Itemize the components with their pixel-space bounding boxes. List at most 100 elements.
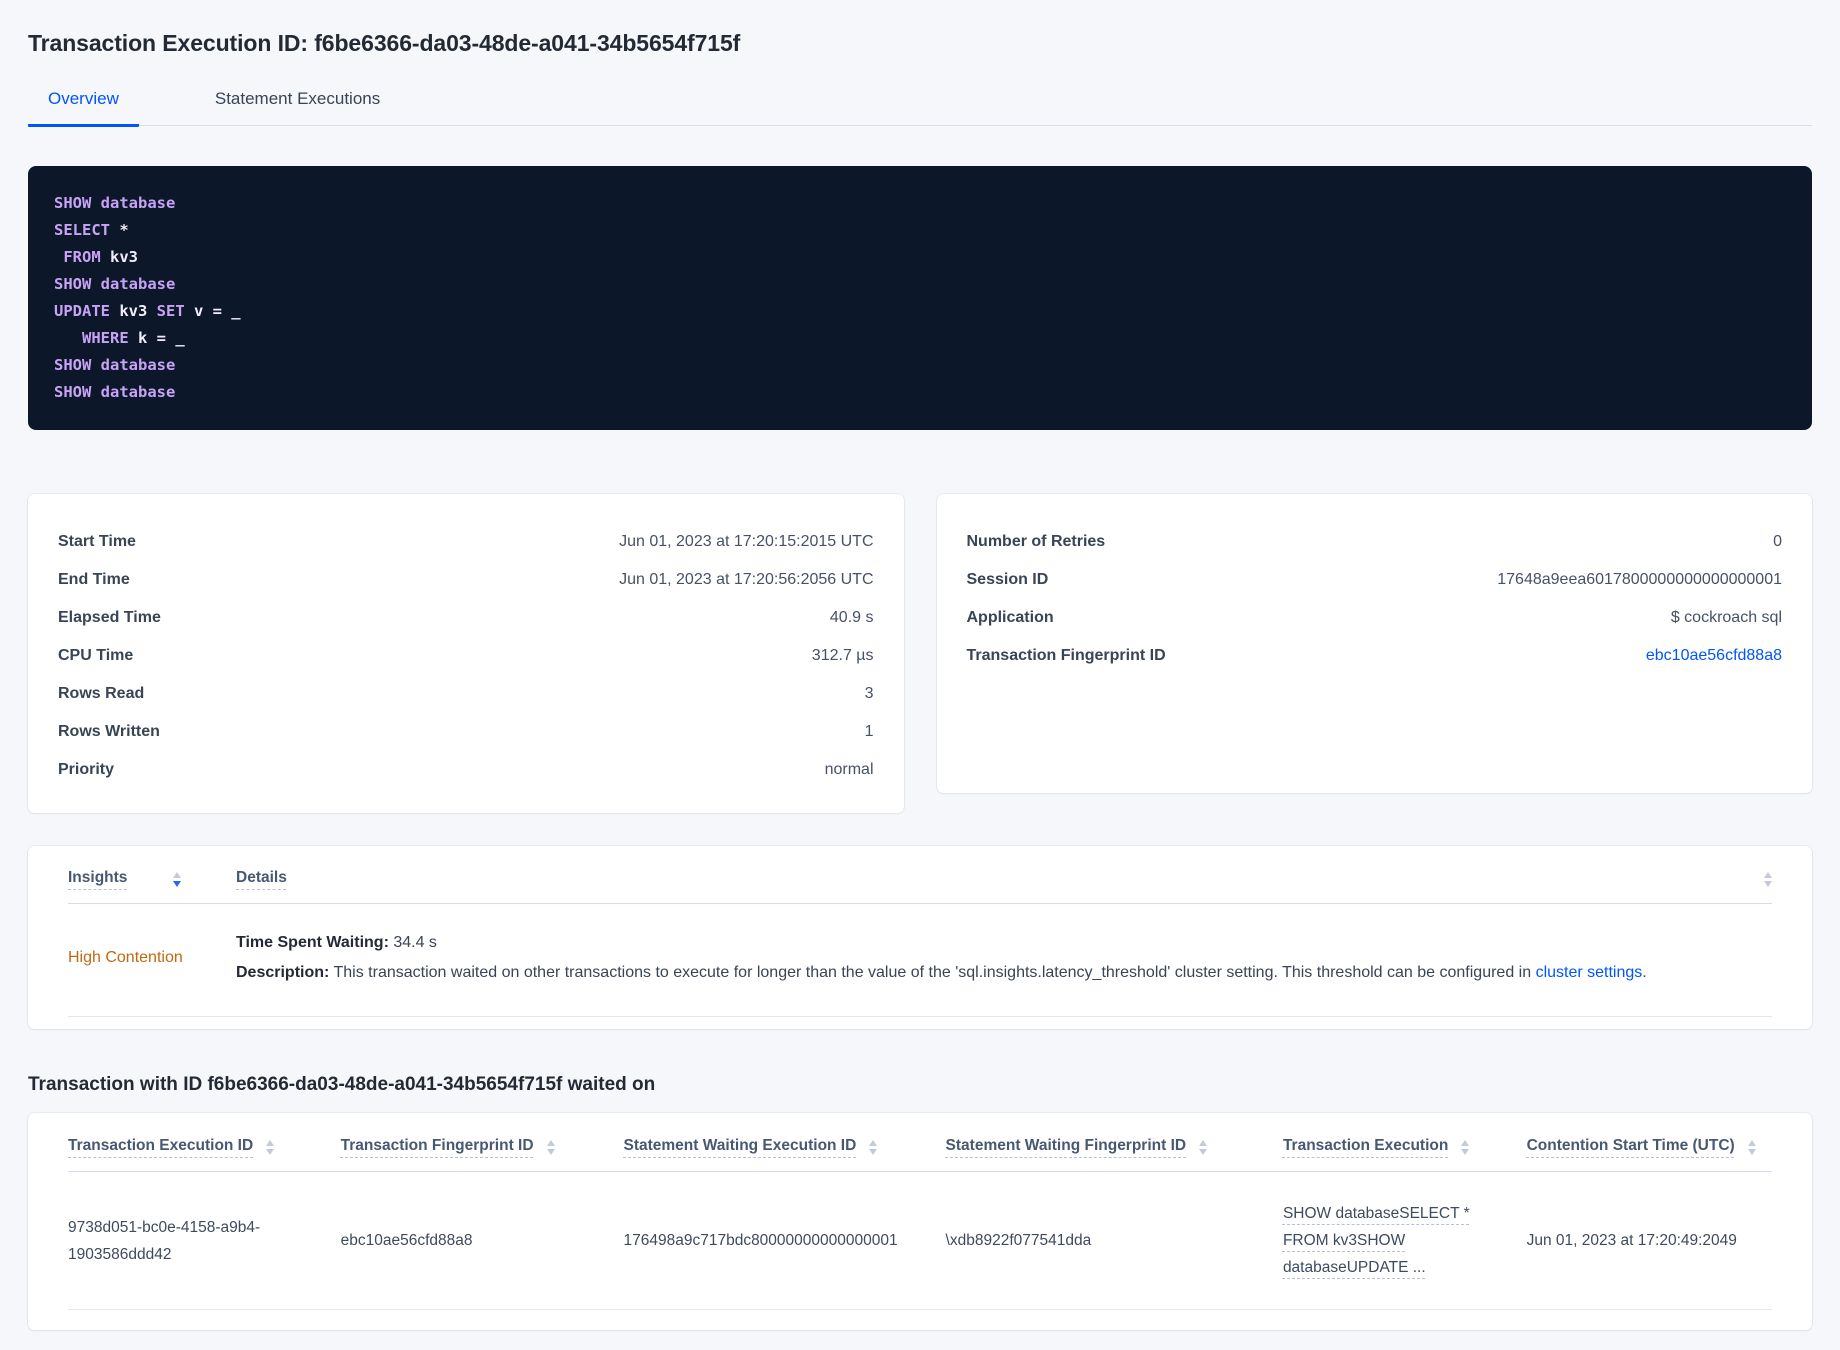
sql-line: SHOW database [54, 352, 1786, 379]
sql-token: SHOW database [54, 356, 176, 374]
page-title: Transaction Execution ID: f6be6366-da03-… [28, 30, 741, 56]
stat-value: 17648a9eea6017800000000000000001 [1497, 571, 1782, 588]
stat-label: Elapsed Time [58, 609, 161, 626]
sort-carets-icon [546, 1140, 555, 1155]
sort-carets-icon [1747, 1140, 1756, 1155]
cell-txn-execution-id: 9738d051-bc0e-4158-a9b4-1903586ddd42 [68, 1218, 261, 1263]
column-header-txn-execution-id[interactable]: Transaction Execution ID [68, 1137, 341, 1155]
column-header-contention-start-time[interactable]: Contention Start Time (UTC) [1527, 1137, 1772, 1155]
stat-label: Rows Read [58, 685, 145, 702]
stat-row-rows-read: Rows Read 3 [58, 675, 874, 713]
time-spent-waiting-label: Time Spent Waiting: [236, 934, 389, 951]
column-header-txn-fingerprint-id[interactable]: Transaction Fingerprint ID [341, 1137, 624, 1155]
stat-value: 3 [864, 685, 874, 702]
transaction-fingerprint-link[interactable]: ebc10ae56cfd88a8 [1646, 647, 1782, 665]
stat-label: Number of Retries [966, 533, 1106, 550]
insight-description: Description: This transaction waited on … [236, 958, 1772, 988]
stat-row-cpu-time: CPU Time 312.7 µs [58, 637, 874, 675]
stat-value: 1 [864, 723, 874, 740]
stat-value: Jun 01, 2023 at 17:20:15:2015 UTC [619, 533, 874, 550]
stat-value: 312.7 µs [811, 647, 874, 664]
cell-txn-fingerprint-id: ebc10ae56cfd88a8 [340, 1232, 473, 1249]
stat-value: Jun 01, 2023 at 17:20:56:2056 UTC [619, 571, 874, 588]
stat-row-priority: Priority normal [58, 751, 874, 789]
stat-label: Start Time [58, 533, 136, 550]
sql-token: v = _ [193, 302, 241, 320]
stat-row-retries: Number of Retries 0 [967, 523, 1783, 561]
summary-cards-row: Start Time Jun 01, 2023 at 17:20:15:2015… [28, 494, 1812, 813]
stat-row-elapsed-time: Elapsed Time 40.9 s [58, 599, 874, 637]
cell-txn-execution: SHOW databaseSELECT * FROM kv3SHOW datab… [1283, 1200, 1527, 1281]
insight-type-badge: High Contention [68, 949, 183, 966]
column-label: Statement Waiting Execution ID [623, 1137, 857, 1154]
stat-label: Session ID [966, 571, 1049, 588]
insight-row: High Contention Time Spent Waiting: 34.4… [68, 904, 1772, 1017]
stat-row-rows-written: Rows Written 1 [58, 713, 874, 751]
column-header-stmt-waiting-fingerprint-id[interactable]: Statement Waiting Fingerprint ID [946, 1137, 1283, 1155]
transaction-execution-link[interactable]: SHOW databaseSELECT * FROM kv3SHOW datab… [1283, 1205, 1470, 1276]
stat-label: CPU Time [58, 647, 134, 664]
stat-row-start-time: Start Time Jun 01, 2023 at 17:20:15:2015… [58, 523, 874, 561]
sql-token: * [119, 221, 129, 239]
column-label: Details [236, 869, 287, 886]
stat-label: Priority [58, 761, 115, 778]
cell-stmt-waiting-execution-id: 176498a9c717bdc80000000000000001 [623, 1232, 898, 1249]
sort-carets-icon [1199, 1140, 1208, 1155]
sql-line: SHOW database [54, 271, 1786, 298]
table-row: 9738d051-bc0e-4158-a9b4-1903586ddd42 ebc… [68, 1172, 1772, 1310]
time-spent-waiting: Time Spent Waiting: 34.4 s [236, 928, 1772, 958]
stat-value: $ cockroach sql [1670, 609, 1782, 626]
stat-value: 40.9 s [829, 609, 874, 626]
insights-table-header: Insights Details [68, 846, 1772, 904]
tab-statement-executions[interactable]: Statement Executions [195, 83, 400, 127]
column-header-insights[interactable]: Insights [68, 869, 236, 887]
column-label: Transaction Execution ID [68, 1137, 254, 1154]
insights-table-card: Insights Details High Contention Time Sp… [28, 846, 1812, 1029]
sql-token: k = _ [138, 329, 185, 347]
column-header-txn-execution[interactable]: Transaction Execution [1283, 1137, 1527, 1155]
column-header-stmt-waiting-execution-id[interactable]: Statement Waiting Execution ID [624, 1137, 946, 1155]
column-label: Contention Start Time (UTC) [1526, 1137, 1735, 1154]
stat-label: Rows Written [58, 723, 160, 740]
sort-carets-icon [1764, 872, 1772, 887]
sql-token: SHOW database [54, 275, 176, 293]
sql-line: SHOW database [54, 190, 1786, 217]
column-label: Transaction Execution [1282, 1137, 1449, 1154]
column-label: Insights [68, 869, 128, 886]
sort-carets-icon [173, 872, 182, 887]
time-spent-waiting-value: 34.4 s [388, 934, 437, 951]
sql-token: kv3 [110, 248, 138, 266]
execution-stats-card: Start Time Jun 01, 2023 at 17:20:15:2015… [28, 494, 904, 813]
stat-label: End Time [58, 571, 130, 588]
insight-details: Time Spent Waiting: 34.4 s Description: … [236, 928, 1772, 988]
stat-label: Transaction Fingerprint ID [966, 647, 1166, 664]
sql-token: SHOW database [54, 383, 176, 401]
waited-table-header: Transaction Execution ID Transaction Fin… [68, 1113, 1772, 1172]
sql-line: SHOW database [54, 379, 1786, 406]
stat-value: 0 [1773, 533, 1782, 550]
sql-token: kv3 [119, 302, 157, 320]
sql-token: FROM [54, 248, 110, 266]
stat-value: normal [824, 761, 874, 778]
description-text: This transaction waited on other transac… [329, 964, 1536, 981]
sql-token: WHERE [54, 329, 138, 347]
waited-on-heading: Transaction with ID f6be6366-da03-48de-a… [28, 1074, 656, 1095]
waited-on-table-card: Transaction Execution ID Transaction Fin… [28, 1113, 1812, 1330]
sql-statement-box: SHOW database SELECT * FROM kv3 SHOW dat… [28, 166, 1812, 430]
sql-token: SET [156, 302, 194, 320]
sql-line: SELECT * [54, 217, 1786, 244]
sql-line: FROM kv3 [54, 244, 1786, 271]
column-header-details[interactable]: Details [236, 869, 1742, 887]
sql-line: UPDATE kv3 SET v = _ [54, 298, 1786, 325]
cell-contention-start-time: Jun 01, 2023 at 17:20:49:2049 [1526, 1232, 1737, 1249]
table-sort-control[interactable] [1751, 869, 1772, 887]
column-label: Statement Waiting Fingerprint ID [945, 1137, 1187, 1154]
column-label: Transaction Fingerprint ID [340, 1137, 534, 1154]
tab-overview[interactable]: Overview [28, 83, 139, 127]
sort-carets-icon [266, 1140, 275, 1155]
tab-bar: Overview Statement Executions [28, 83, 1812, 127]
session-stats-card: Number of Retries 0 Session ID 17648a9ee… [936, 494, 1812, 793]
transaction-details-page: Transaction Execution ID: f6be6366-da03-… [0, 0, 1840, 1350]
cluster-settings-link[interactable]: cluster settings [1536, 964, 1643, 981]
stat-label: Application [966, 609, 1054, 626]
